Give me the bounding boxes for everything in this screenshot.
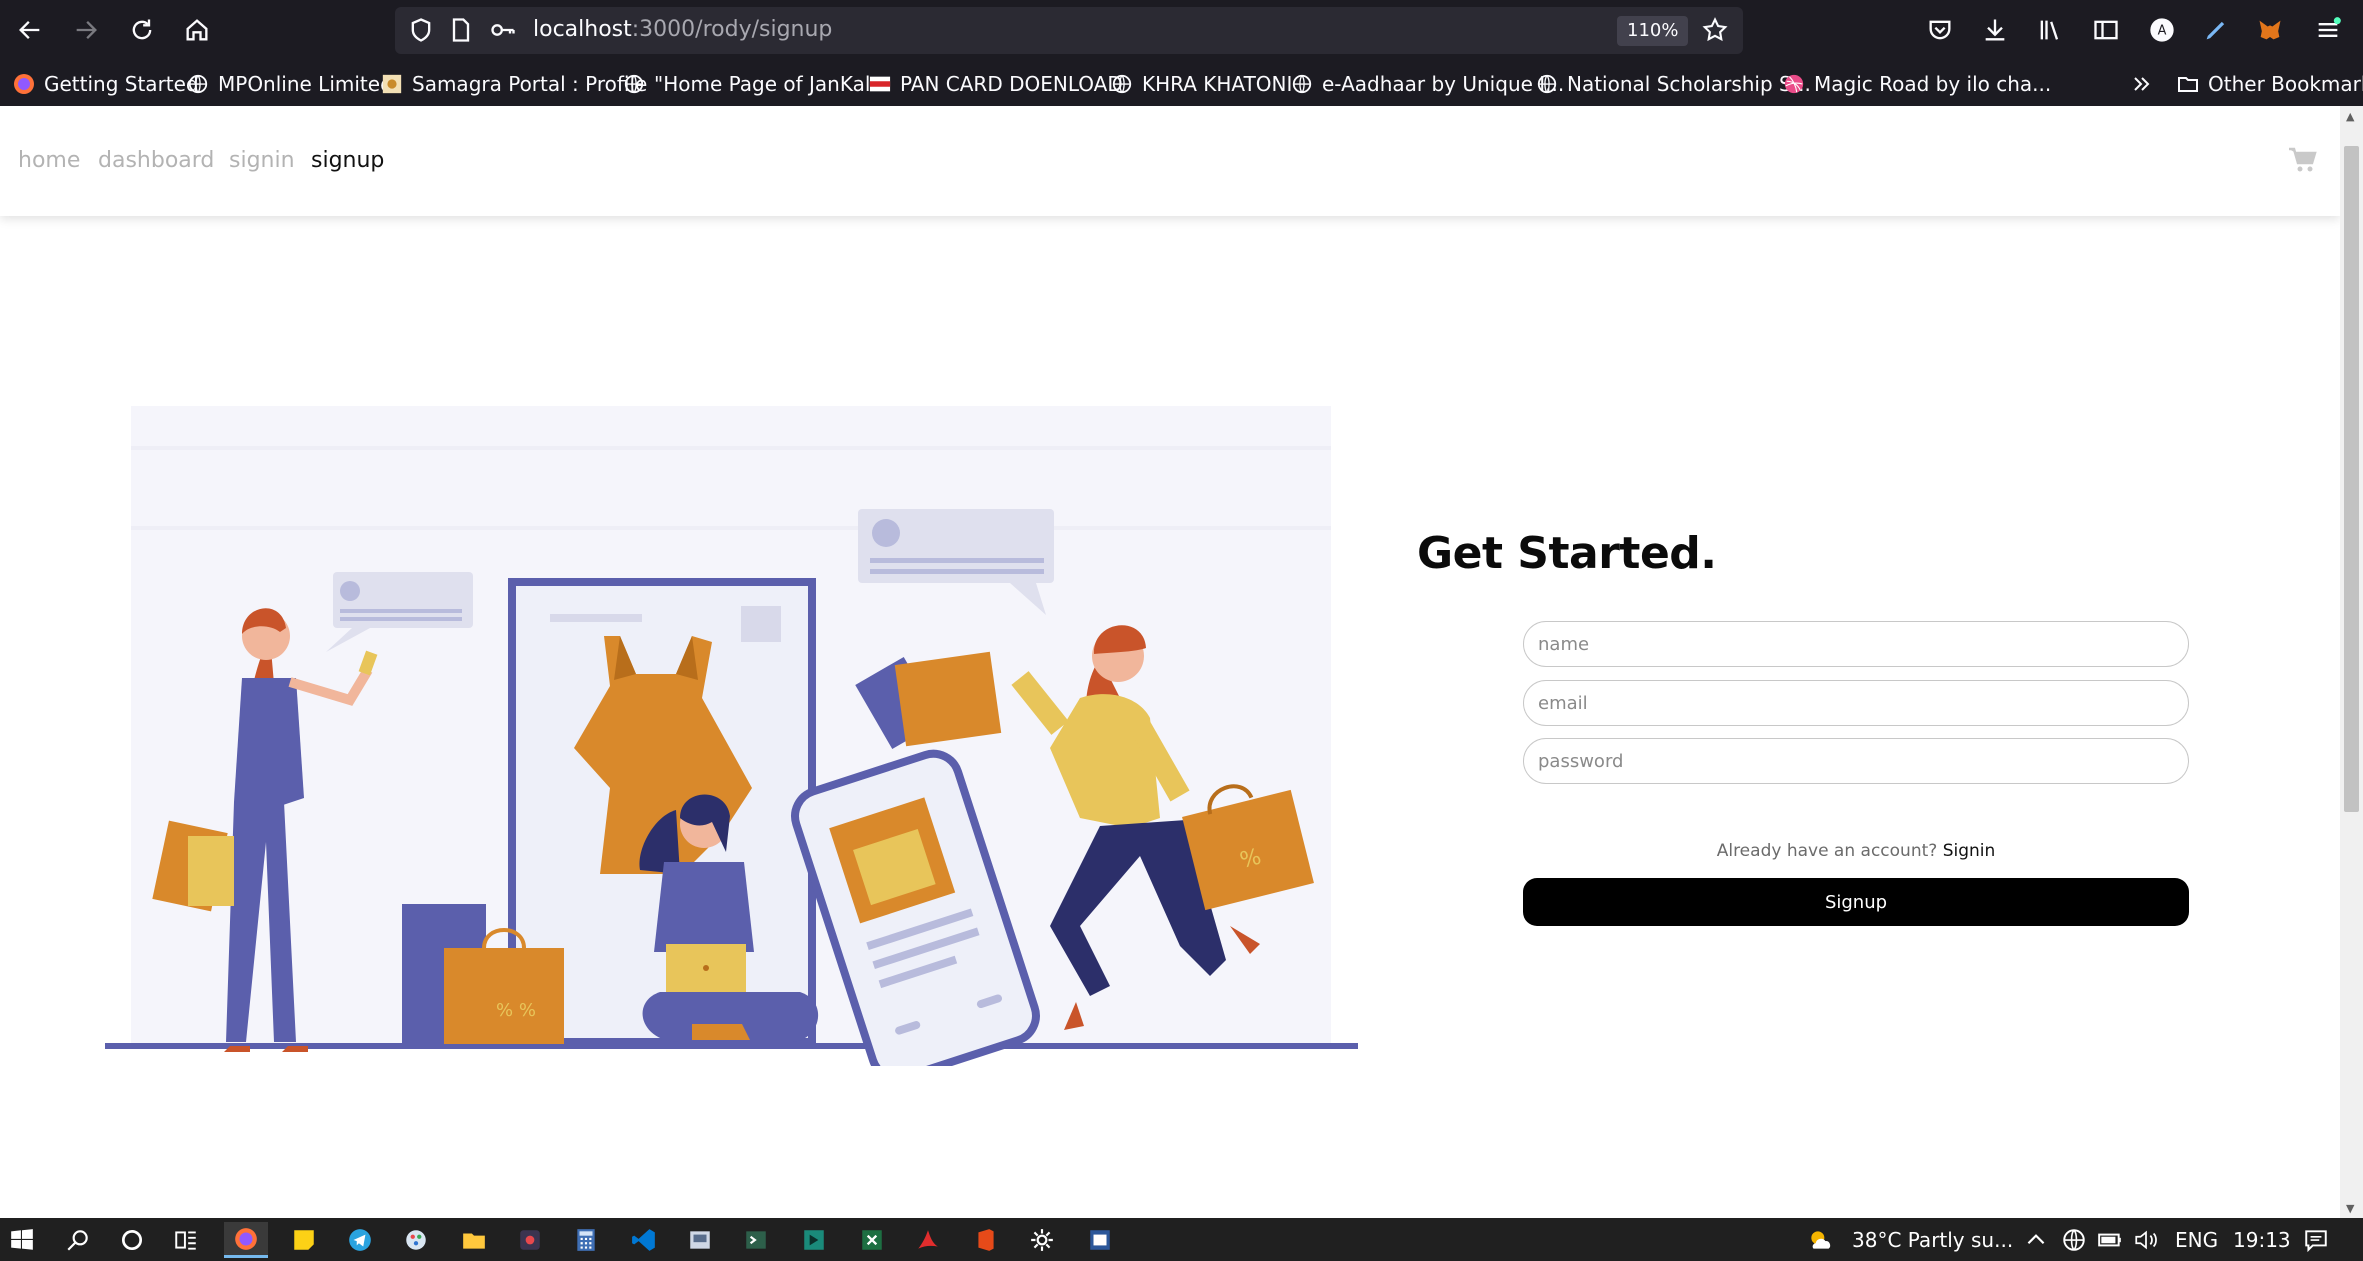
media-app-icon[interactable] [508, 1222, 552, 1258]
bookmark-item[interactable]: National Scholarship S... [1535, 69, 1811, 99]
cart-icon[interactable] [2288, 146, 2318, 174]
reload-icon[interactable] [122, 10, 162, 50]
browser-toolbar: localhost:3000/rody/signup 110% A [0, 0, 2363, 61]
file-explorer-icon[interactable] [452, 1222, 496, 1258]
library-icon[interactable] [2030, 10, 2070, 50]
sticky-notes-icon[interactable] [282, 1222, 326, 1258]
address-bar[interactable]: localhost:3000/rody/signup 110% [395, 7, 1743, 54]
telegram-icon[interactable] [338, 1222, 382, 1258]
menu-icon[interactable] [2308, 10, 2348, 50]
vscode-icon[interactable] [622, 1222, 666, 1258]
calculator-icon[interactable] [564, 1222, 608, 1258]
bookmarks-bar: Getting Started MPOnline Limited Samagra… [0, 61, 2363, 106]
signin-prompt: Already have an account? Signin [1716, 841, 1996, 861]
app-window-icon[interactable] [678, 1222, 722, 1258]
clock[interactable]: 19:13 [2233, 1228, 2291, 1252]
globe-icon [1110, 72, 1134, 96]
notifications-icon[interactable] [2294, 1222, 2338, 1258]
firefox-taskbar-icon[interactable] [224, 1222, 268, 1258]
email-input[interactable] [1523, 680, 2189, 726]
cortana-icon[interactable] [110, 1222, 154, 1258]
sidebar-icon[interactable] [2086, 10, 2126, 50]
nav-link-signin[interactable]: signin [229, 148, 295, 173]
metamask-fox-icon[interactable] [2250, 10, 2290, 50]
weather-icon[interactable] [1798, 1222, 1842, 1258]
bookmark-star-icon[interactable] [1695, 10, 1735, 50]
site-navbar: home dashboard signin signup [0, 106, 2340, 216]
bookmark-item[interactable]: e-Aadhaar by Unique I... [1290, 69, 1564, 99]
other-bookmarks[interactable]: Other Bookmarks [2176, 69, 2363, 99]
signup-button[interactable]: Signup [1523, 878, 2189, 926]
globe-icon [1535, 72, 1559, 96]
forward-icon[interactable] [66, 10, 106, 50]
shield-icon[interactable] [401, 10, 441, 50]
paint-icon[interactable] [394, 1222, 438, 1258]
pen-extension-icon[interactable] [2196, 10, 2236, 50]
scroll-down-icon[interactable]: ▼ [2346, 1202, 2354, 1215]
terminal-app-icon[interactable] [734, 1222, 778, 1258]
settings-gear-icon[interactable] [1020, 1222, 1064, 1258]
bookmark-item[interactable]: PAN CARD DOENLOAD [868, 69, 1123, 99]
bookmark-item[interactable]: Magic Road by ilo cha... [1782, 69, 2051, 99]
search-icon[interactable] [56, 1222, 100, 1258]
nav-link-signup[interactable]: signup [311, 148, 384, 173]
name-input[interactable] [1523, 621, 2189, 667]
svg-text:A: A [2158, 24, 2167, 39]
signin-link[interactable]: Signin [1943, 841, 1996, 861]
folder-icon [2176, 72, 2200, 96]
dribbble-icon [1782, 72, 1806, 96]
ide-app-icon[interactable] [792, 1222, 836, 1258]
svg-text:% %: % % [496, 1000, 536, 1021]
word-icon[interactable] [1078, 1222, 1122, 1258]
office-icon[interactable] [964, 1222, 1008, 1258]
task-view-icon[interactable] [164, 1222, 208, 1258]
pdf-reader-icon[interactable] [906, 1222, 950, 1258]
back-icon[interactable] [10, 10, 50, 50]
page-title: Get Started. [1417, 528, 1717, 579]
globe-icon [186, 72, 210, 96]
bookmark-item[interactable]: "Home Page of JanKal... [622, 69, 890, 99]
scroll-thumb[interactable] [2344, 146, 2359, 812]
scroll-up-icon[interactable]: ▲ [2346, 110, 2354, 123]
globe-icon [622, 72, 646, 96]
samagra-icon [380, 72, 404, 96]
url-text: localhost:3000/rody/signup [533, 17, 833, 42]
language-indicator[interactable]: ENG [2175, 1228, 2218, 1252]
bookmark-item[interactable]: KHRA KHATONI [1110, 69, 1292, 99]
zoom-indicator[interactable]: 110% [1617, 16, 1689, 46]
page-scrollbar[interactable]: ▲ ▼ [2340, 106, 2363, 1218]
pocket-icon[interactable] [1920, 10, 1960, 50]
weather-text[interactable]: 38°C Partly su... [1852, 1228, 2013, 1252]
nav-link-dashboard[interactable]: dashboard [98, 148, 214, 173]
windows-taskbar: 38°C Partly su... ENG 19:13 [0, 1218, 2363, 1261]
bookmark-item[interactable]: Getting Started [12, 69, 199, 99]
firefox-icon [12, 72, 36, 96]
password-input[interactable] [1523, 738, 2189, 784]
key-icon[interactable] [483, 10, 523, 50]
shopping-illustration: % % % [105, 406, 1358, 1066]
bookmark-item[interactable]: MPOnline Limited [186, 69, 393, 99]
page-info-icon[interactable] [441, 10, 481, 50]
bookmarks-overflow-icon[interactable] [2130, 69, 2154, 99]
excel-icon[interactable] [850, 1222, 894, 1258]
nav-link-home[interactable]: home [18, 148, 80, 173]
nsdl-icon [868, 72, 892, 96]
windows-start-icon[interactable] [0, 1222, 44, 1258]
home-icon[interactable] [177, 10, 217, 50]
bookmark-item[interactable]: Samagra Portal : Profile [380, 69, 647, 99]
globe-icon [1290, 72, 1314, 96]
volume-icon[interactable] [2124, 1222, 2168, 1258]
downloads-icon[interactable] [1975, 10, 2015, 50]
account-avatar-icon[interactable]: A [2142, 10, 2182, 50]
page-content: home dashboard signin signup % % % Get S… [0, 106, 2340, 1218]
